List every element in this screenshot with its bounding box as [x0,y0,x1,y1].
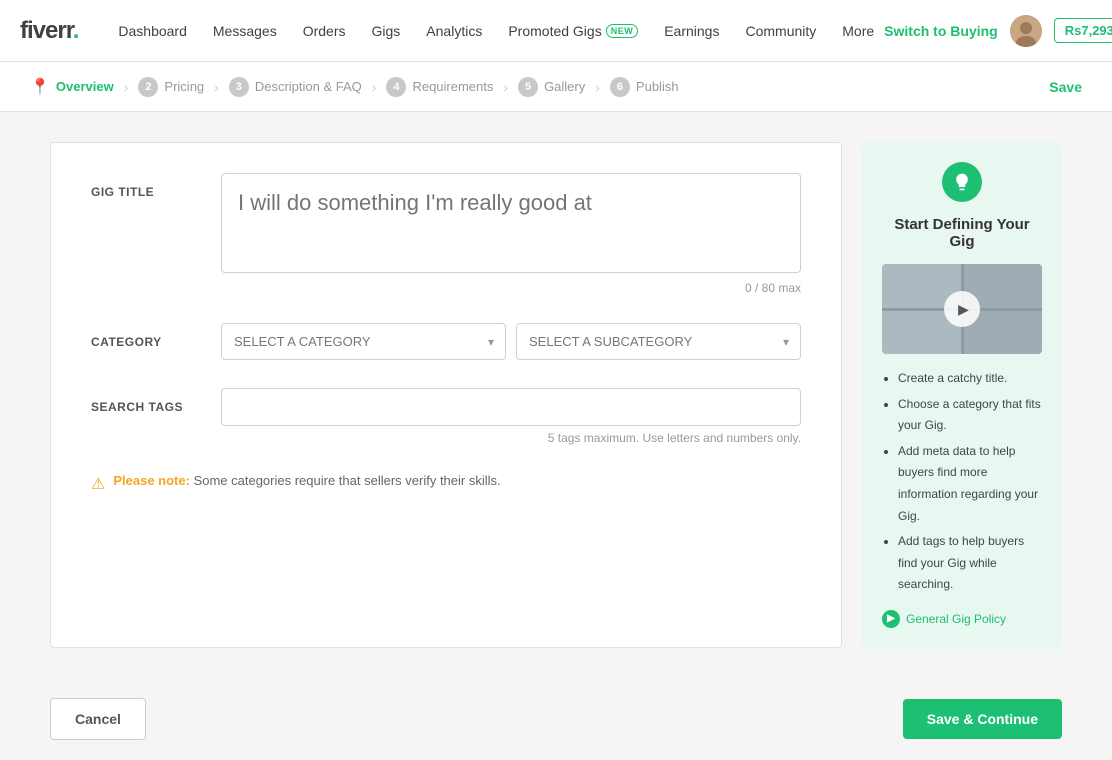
gig-title-field: 0 / 80 max [221,173,801,295]
sidebar-panel: Start Defining Your Gig Create a catchy … [862,142,1062,648]
breadcrumb-pricing[interactable]: 2 Pricing [138,77,204,97]
category-selects: SELECT A CATEGORY SELECT A SUBCATEGORY [221,323,801,360]
search-tags-label: SEARCH TAGS [91,388,221,414]
nav-dashboard[interactable]: Dashboard [108,15,197,47]
step-6-circle: 6 [610,77,630,97]
gig-title-row: GIG TITLE 0 / 80 max [91,173,801,295]
category-label: CATEGORY [91,323,221,349]
breadcrumb-description[interactable]: 3 Description & FAQ [229,77,362,97]
nav-orders[interactable]: Orders [293,15,356,47]
search-tags-field: 5 tags maximum. Use letters and numbers … [221,388,801,445]
logo[interactable]: fiverr. [20,17,78,45]
subcategory-select-wrapper: SELECT A SUBCATEGORY [516,323,801,360]
avatar[interactable] [1010,15,1042,47]
subcategory-select[interactable]: SELECT A SUBCATEGORY [516,323,801,360]
tip-3: Add meta data to help buyers find more i… [898,441,1042,527]
gig-title-label: GIG TITLE [91,173,221,199]
notice-text: Please note: Some categories require tha… [113,473,500,488]
navbar-right: Switch to Buying Rs7,293.32 [884,15,1112,47]
location-icon: 📍 [30,77,50,97]
category-select[interactable]: SELECT A CATEGORY [221,323,506,360]
switch-buying-button[interactable]: Switch to Buying [884,23,998,39]
breadcrumb-publish[interactable]: 6 Publish [610,77,679,97]
tip-1: Create a catchy title. [898,368,1042,390]
nav-community[interactable]: Community [735,15,826,47]
category-row: CATEGORY SELECT A CATEGORY SELECT A SUBC… [91,323,801,360]
breadcrumb-overview[interactable]: 📍 Overview [30,77,114,97]
new-badge: NEW [606,24,639,38]
category-field: SELECT A CATEGORY SELECT A SUBCATEGORY [221,323,801,360]
form-card: GIG TITLE 0 / 80 max CATEGORY SELECT A C… [50,142,842,648]
sep-2: › [214,79,219,95]
nav-gigs[interactable]: Gigs [362,15,411,47]
nav-messages[interactable]: Messages [203,15,287,47]
notice-icon: ⚠ [91,474,105,494]
notice-label: Please note: [113,473,190,488]
save-button[interactable]: Save [1049,79,1082,95]
breadcrumb-bar: 📍 Overview › 2 Pricing › 3 Description &… [0,62,1112,112]
video-overlay [882,264,1042,354]
footer-buttons: Cancel Save & Continue [0,678,1112,760]
breadcrumb-requirements[interactable]: 4 Requirements [386,77,493,97]
char-count: 0 / 80 max [221,281,801,295]
main-content: GIG TITLE 0 / 80 max CATEGORY SELECT A C… [0,112,1112,678]
tip-4: Add tags to help buyers find your Gig wh… [898,531,1042,596]
breadcrumb-gallery[interactable]: 5 Gallery [518,77,585,97]
sep-5: › [595,79,600,95]
nav-more[interactable]: More [832,15,884,47]
policy-icon: ▶ [882,610,900,628]
sidebar-title: Start Defining Your Gig [882,216,1042,250]
tags-hint: 5 tags maximum. Use letters and numbers … [221,431,801,445]
step-2-circle: 2 [138,77,158,97]
gig-title-input[interactable] [221,173,801,273]
category-select-wrapper: SELECT A CATEGORY [221,323,506,360]
policy-link[interactable]: ▶ General Gig Policy [882,610,1042,628]
search-tags-row: SEARCH TAGS 5 tags maximum. Use letters … [91,388,801,445]
play-button[interactable] [944,291,980,327]
cancel-button[interactable]: Cancel [50,698,146,740]
video-thumbnail[interactable] [882,264,1042,354]
sidebar-tips: Create a catchy title. Choose a category… [882,368,1042,596]
tip-2: Choose a category that fits your Gig. [898,394,1042,437]
logo-text: fiverr [20,17,73,44]
step-3-circle: 3 [229,77,249,97]
sep-3: › [372,79,377,95]
policy-label: General Gig Policy [906,612,1006,626]
notice-row: ⚠ Please note: Some categories require t… [91,473,801,494]
navbar: fiverr. Dashboard Messages Orders Gigs A… [0,0,1112,62]
sep-4: › [503,79,508,95]
nav-links: Dashboard Messages Orders Gigs Analytics… [108,15,884,47]
balance-button[interactable]: Rs7,293.32 [1054,18,1112,43]
nav-earnings[interactable]: Earnings [654,15,729,47]
nav-analytics[interactable]: Analytics [416,15,492,47]
sep-1: › [124,79,129,95]
lightbulb-icon [942,162,982,202]
nav-promoted-gigs[interactable]: Promoted Gigs NEW [498,15,648,47]
notice-body: Some categories require that sellers ver… [194,473,501,488]
step-5-circle: 5 [518,77,538,97]
search-tags-input[interactable] [221,388,801,426]
step-4-circle: 4 [386,77,406,97]
save-continue-button[interactable]: Save & Continue [903,699,1062,739]
